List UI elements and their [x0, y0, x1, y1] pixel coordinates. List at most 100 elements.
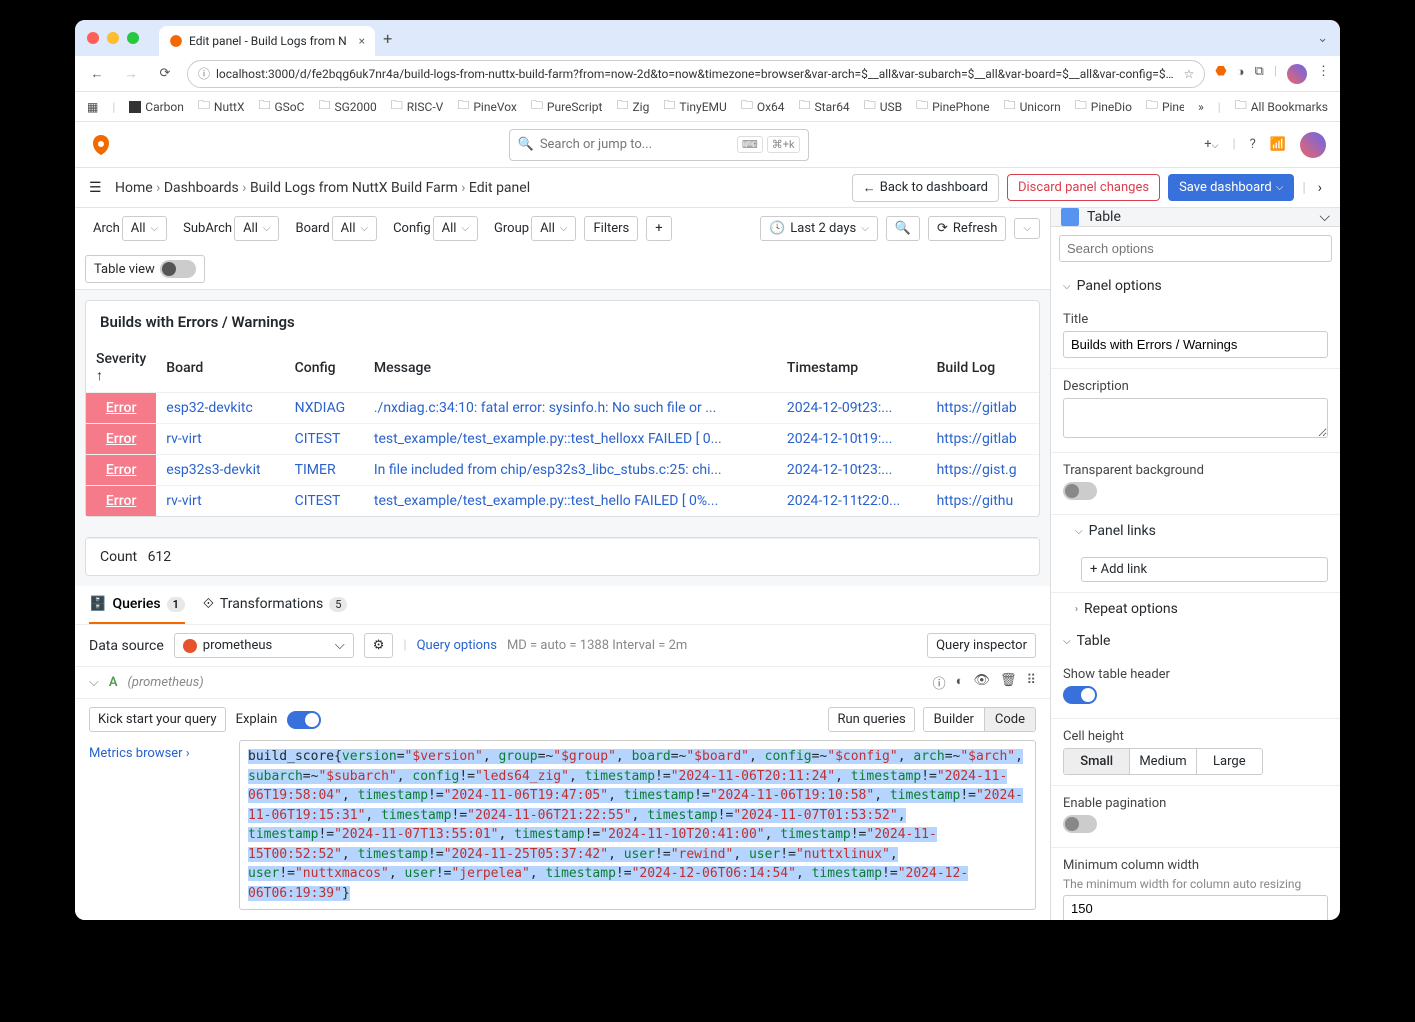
query-hint-icon[interactable]: ⓘ: [933, 673, 946, 692]
builder-mode[interactable]: Builder: [924, 708, 985, 731]
panel-options-section[interactable]: ⌵Panel options: [1051, 270, 1340, 302]
grafana-logo[interactable]: [89, 133, 113, 157]
timestamp-cell[interactable]: 2024-12-11t22:0...: [777, 486, 927, 517]
browser-tab[interactable]: Edit panel - Build Logs from N ×: [159, 26, 375, 56]
query-delete-icon[interactable]: 🗑: [1000, 673, 1017, 692]
breadcrumb-item[interactable]: Dashboards: [164, 180, 239, 196]
refresh-button[interactable]: ⟳ Refresh: [928, 216, 1006, 241]
user-avatar[interactable]: [1300, 132, 1326, 158]
column-header[interactable]: Timestamp: [777, 343, 927, 393]
save-dashboard-button[interactable]: Save dashboard ⌵: [1168, 174, 1294, 201]
site-info-icon[interactable]: ⓘ: [198, 65, 210, 82]
add-link-button[interactable]: + Add link: [1081, 557, 1328, 582]
chevron-right-icon[interactable]: ›: [1314, 180, 1326, 196]
breadcrumb-item[interactable]: Build Logs from NuttX Build Farm: [250, 180, 458, 196]
search-options-input[interactable]: [1059, 235, 1332, 262]
global-search[interactable]: 🔍 Search or jump to... ⌨⌘+k: [509, 129, 809, 161]
message-cell[interactable]: ./nxdiag.c:34:10: fatal error: sysinfo.h…: [364, 393, 777, 424]
add-button[interactable]: +⌵: [1204, 137, 1218, 152]
filter-select[interactable]: All ⌵: [122, 216, 167, 241]
query-options-link[interactable]: Query options: [417, 638, 497, 653]
all-bookmarks[interactable]: 🗀All Bookmarks: [1235, 96, 1328, 117]
panel-description-input[interactable]: [1063, 398, 1328, 438]
transparent-bg-toggle[interactable]: [1063, 482, 1097, 500]
bookmark-item[interactable]: 🗀Zig: [616, 96, 649, 117]
add-filter-button[interactable]: +: [646, 216, 671, 241]
ext-icon-1[interactable]: ⬣: [1215, 64, 1226, 84]
close-tab-icon[interactable]: ×: [359, 34, 365, 48]
board-cell[interactable]: esp32-devkitc: [156, 393, 284, 424]
extensions-icon[interactable]: ⧉: [1255, 64, 1264, 84]
query-disable-icon[interactable]: ◐: [956, 673, 964, 692]
panel-links-section[interactable]: ⌵Panel links: [1051, 515, 1340, 547]
config-cell[interactable]: CITEST: [285, 486, 364, 517]
table-options-section[interactable]: ⌵Table: [1051, 625, 1340, 657]
code-mode[interactable]: Code: [985, 708, 1035, 731]
filter-select[interactable]: All ⌵: [433, 216, 478, 241]
board-cell[interactable]: esp32s3-devkit: [156, 455, 284, 486]
bookmark-item[interactable]: 🗀RISC-V: [391, 96, 444, 117]
bookmark-item[interactable]: 🗀PineCone: [1146, 96, 1184, 117]
severity-cell[interactable]: Error: [86, 393, 156, 424]
bookmark-item[interactable]: 🗀TinyEMU: [663, 96, 726, 117]
config-cell[interactable]: NXDIAG: [285, 393, 364, 424]
back-to-dashboard-button[interactable]: ← Back to dashboard: [852, 174, 999, 202]
log-cell[interactable]: https://gitlab: [927, 424, 1039, 455]
log-cell[interactable]: https://githu: [927, 486, 1039, 517]
bookmark-item[interactable]: Carbon: [129, 96, 184, 117]
repeat-options-section[interactable]: ›Repeat options: [1051, 593, 1340, 625]
show-header-toggle[interactable]: [1063, 686, 1097, 704]
message-cell[interactable]: test_example/test_example.py::test_hello…: [364, 424, 777, 455]
config-cell[interactable]: CITEST: [285, 424, 364, 455]
timestamp-cell[interactable]: 2024-12-10t23:...: [777, 455, 927, 486]
bookmark-item[interactable]: 🗀PureScript: [531, 96, 603, 117]
breadcrumb-item[interactable]: Edit panel: [469, 180, 530, 196]
filter-select[interactable]: All ⌵: [332, 216, 377, 241]
reload-icon[interactable]: ⟳: [153, 66, 177, 81]
ext-icon-2[interactable]: ◑: [1237, 64, 1245, 84]
column-header[interactable]: Message: [364, 343, 777, 393]
bookmark-item[interactable]: 🗀Unicorn: [1004, 96, 1061, 117]
min-col-width-input[interactable]: [1063, 895, 1328, 920]
explain-toggle[interactable]: [287, 711, 321, 729]
traffic-lights[interactable]: [87, 32, 139, 44]
bookmark-item[interactable]: 🗀NuttX: [198, 96, 245, 117]
refresh-interval[interactable]: ⌵: [1014, 218, 1040, 239]
table-view-toggle[interactable]: Table view: [85, 255, 205, 283]
datasource-select[interactable]: prometheus ⌵: [174, 633, 354, 658]
rss-icon[interactable]: 📶: [1270, 137, 1286, 152]
bookmarks-overflow[interactable]: »: [1198, 100, 1204, 114]
apps-icon[interactable]: ▦: [87, 100, 98, 114]
tab-queries[interactable]: 🗄️ Queries 1: [89, 586, 185, 624]
message-cell[interactable]: test_example/test_example.py::test_hello…: [364, 486, 777, 517]
severity-cell[interactable]: Error: [86, 455, 156, 486]
metrics-browser-link[interactable]: Metrics browser ›: [89, 740, 229, 767]
help-icon[interactable]: ?: [1250, 137, 1256, 152]
board-cell[interactable]: rv-virt: [156, 486, 284, 517]
filters-button[interactable]: Filters: [584, 216, 638, 241]
severity-cell[interactable]: Error: [86, 424, 156, 455]
query-inspector-button[interactable]: Query inspector: [927, 633, 1036, 658]
bookmark-item[interactable]: 🗀PineVox: [457, 96, 517, 117]
tab-transformations[interactable]: ⟐ Transformations 5: [203, 586, 348, 624]
bookmark-item[interactable]: 🗀SG2000: [318, 96, 376, 117]
profile-avatar[interactable]: [1287, 64, 1307, 84]
cell-height-select[interactable]: Small Medium Large: [1063, 748, 1263, 775]
bookmark-item[interactable]: 🗀Star64: [799, 96, 850, 117]
new-tab-button[interactable]: +: [383, 29, 392, 48]
menu-icon[interactable]: ⋮: [1317, 64, 1330, 84]
column-header[interactable]: Severity ↑: [86, 343, 156, 393]
log-cell[interactable]: https://gist.g: [927, 455, 1039, 486]
bookmark-item[interactable]: 🗀PineDio: [1075, 96, 1132, 117]
datasource-settings-button[interactable]: ⚙: [364, 633, 394, 658]
column-header[interactable]: Config: [285, 343, 364, 393]
filter-select[interactable]: All ⌵: [531, 216, 576, 241]
log-cell[interactable]: https://gitlab: [927, 393, 1039, 424]
query-drag-icon[interactable]: ⠿: [1026, 673, 1036, 692]
bookmark-item[interactable]: 🗀Ox64: [741, 96, 785, 117]
board-cell[interactable]: rv-virt: [156, 424, 284, 455]
filter-select[interactable]: All ⌵: [234, 216, 279, 241]
menu-toggle-icon[interactable]: ☰: [89, 180, 107, 196]
address-bar[interactable]: ⓘ localhost:3000/d/fe2bqg6uk7nr4a/build-…: [187, 60, 1205, 88]
pagination-toggle[interactable]: [1063, 815, 1097, 833]
